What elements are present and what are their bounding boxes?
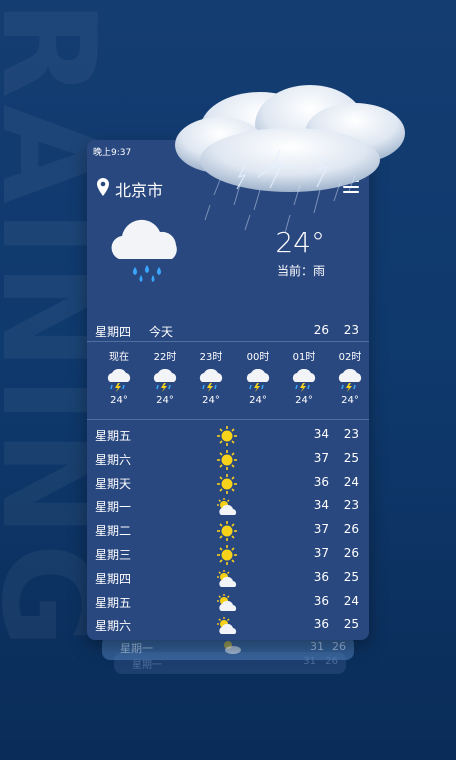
daily-day: 星期四 <box>95 571 132 586</box>
daily-row: 星期六 36 25 <box>87 614 369 638</box>
sunny-icon <box>217 473 237 494</box>
thunder-rain-icon <box>338 369 362 392</box>
daily-low: 24 <box>343 593 359 608</box>
daily-low: 25 <box>343 617 359 632</box>
daily-low: 23 <box>343 427 359 441</box>
daily-row: 星期二 37 26 <box>87 519 369 543</box>
thunder-rain-icon <box>246 369 270 392</box>
daily-row: 星期五 34 23 <box>87 424 369 448</box>
hour-time: 02时 <box>338 352 362 363</box>
sunny-icon <box>217 426 237 446</box>
partly-cloudy-icon <box>217 593 237 611</box>
daily-day: 星期二 <box>95 524 132 539</box>
today-row: 星期四 今天 26 23 <box>87 320 369 342</box>
today-high: 26 <box>313 323 329 337</box>
partly-cloudy-icon <box>224 641 241 654</box>
daily-high: 36 <box>313 617 329 632</box>
daily-low: 26 <box>343 522 359 537</box>
daily-day: 星期三 <box>95 547 132 562</box>
daily-row: 星期一 34 23 <box>87 495 369 519</box>
daily-high: 34 <box>313 498 329 513</box>
daily-row: 星期三 37 26 <box>87 543 369 567</box>
hourly-item: 23时 24° <box>191 348 231 406</box>
daily-low: 24 <box>343 474 359 489</box>
stacked-high: 31 <box>310 640 324 653</box>
daily-day: 星期六 <box>95 619 132 634</box>
hour-time: 23时 <box>199 352 223 363</box>
daily-row: 星期天 36 24 <box>87 472 369 496</box>
hour-temp: 24° <box>110 395 128 406</box>
hour-temp: 24° <box>341 395 359 406</box>
hour-temp: 24° <box>249 395 267 406</box>
daily-high: 36 <box>313 569 329 584</box>
today-label: 今天 <box>149 325 174 339</box>
today-low: 23 <box>343 323 359 337</box>
thunder-rain-icon <box>199 369 223 392</box>
hourly-forecast[interactable]: 现在 24° 22时 24° 23时 24° 00时 24° 01时 24° 0… <box>87 344 369 420</box>
sunny-icon <box>217 544 237 565</box>
daily-day: 星期六 <box>95 452 132 467</box>
partly-cloudy-icon <box>217 569 237 587</box>
thunder-rain-icon <box>292 369 316 392</box>
daily-low: 25 <box>343 450 359 465</box>
daily-high: 37 <box>313 545 329 560</box>
stacked-day: 星期一 <box>120 642 153 655</box>
hourly-item: 22时 24° <box>145 348 185 406</box>
today-day: 星期四 <box>95 325 132 339</box>
hourly-item: 现在 24° <box>99 348 139 406</box>
daily-day: 星期天 <box>95 476 132 491</box>
storm-cloud-illustration <box>175 85 405 234</box>
current-condition: 当前：雨 <box>276 264 325 278</box>
daily-day: 星期一 <box>95 500 132 515</box>
daily-high: 36 <box>313 593 329 608</box>
hour-temp: 24° <box>202 395 220 406</box>
stacked-low: 26 <box>332 640 346 653</box>
daily-row: 星期六 37 25 <box>87 448 369 472</box>
thunder-rain-icon <box>153 369 177 392</box>
daily-high: 34 <box>313 427 329 441</box>
hour-temp: 24° <box>295 395 313 406</box>
hourly-item: 00时 24° <box>238 348 278 406</box>
daily-row: 星期四 36 25 <box>87 567 369 591</box>
hourly-item: 02时 24° <box>330 348 369 406</box>
daily-low: 26 <box>343 545 359 560</box>
partly-cloudy-icon <box>217 498 237 516</box>
sunny-icon <box>217 521 237 542</box>
daily-high: 36 <box>313 474 329 489</box>
daily-forecast-list: 星期五 34 23 星期六 37 25 星期天 36 24 星期一 34 23 … <box>87 424 369 638</box>
partly-cloudy-icon <box>217 617 237 635</box>
thunder-rain-icon <box>107 369 131 392</box>
hour-time: 22时 <box>153 352 177 363</box>
daily-low: 23 <box>343 498 359 513</box>
hour-temp: 24° <box>156 395 174 406</box>
daily-high: 37 <box>313 522 329 537</box>
hourly-item: 01时 24° <box>284 348 324 406</box>
hour-time: 现在 <box>109 352 129 363</box>
sunny-icon <box>217 449 237 470</box>
daily-row: 星期五 36 24 <box>87 591 369 615</box>
hour-time: 01时 <box>292 352 316 363</box>
hour-time: 00时 <box>246 352 270 363</box>
location-pin-icon[interactable] <box>97 178 109 196</box>
daily-low: 25 <box>343 569 359 584</box>
status-time: 晚上9:37 <box>93 148 132 158</box>
daily-high: 37 <box>313 450 329 465</box>
daily-day: 星期五 <box>95 429 132 443</box>
daily-day: 星期五 <box>95 595 132 610</box>
